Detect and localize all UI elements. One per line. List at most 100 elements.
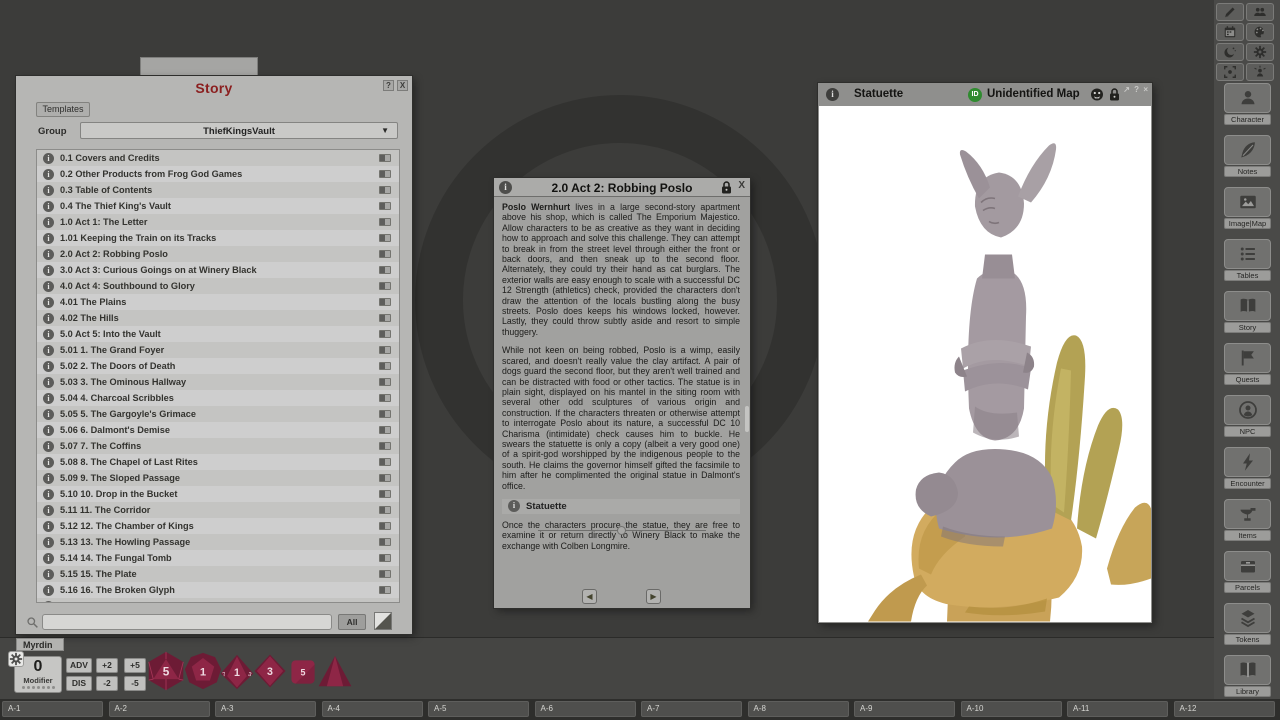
hotkey-slot-a-7[interactable]: A-7 [641, 701, 742, 717]
gear-icon[interactable] [8, 651, 24, 667]
die-d10[interactable]: 731 [218, 654, 256, 690]
panel-toggle-icon[interactable] [379, 250, 391, 258]
hotkey-slot-a-2[interactable]: A-2 [109, 701, 210, 717]
story-entry-row[interactable]: i5.08 8. The Chapel of Last Rites [37, 454, 399, 470]
prev-page-button[interactable]: ◀ [582, 589, 597, 604]
plus2-button[interactable]: +2 [96, 658, 118, 673]
group-dropdown[interactable]: ThiefKingsVault ▼ [80, 122, 398, 139]
hotkey-slot-a-8[interactable]: A-8 [748, 701, 849, 717]
story-entry-row[interactable]: i5.04 4. Charcoal Scribbles [37, 390, 399, 406]
die-d6[interactable]: 5 [287, 657, 319, 687]
templates-button[interactable]: Templates [36, 102, 90, 117]
popout-icon[interactable]: ↗ [1123, 85, 1130, 94]
sidebar-item-story[interactable]: Story [1224, 291, 1271, 333]
story-entry-row[interactable]: i5.07 7. The Coffins [37, 438, 399, 454]
story-entry-row[interactable]: i5.02 2. The Doors of Death [37, 358, 399, 374]
lighting-icon[interactable] [1216, 43, 1244, 61]
statuette-image[interactable] [819, 106, 1151, 622]
plus5-button[interactable]: +5 [124, 658, 146, 673]
hotkey-slot-a-9[interactable]: A-9 [854, 701, 955, 717]
story-entry-row[interactable]: i5.14 14. The Fungal Tomb [37, 550, 399, 566]
story-entry-row[interactable]: i4.0 Act 4: Southbound to Glory [37, 278, 399, 294]
panel-toggle-icon[interactable] [379, 186, 391, 194]
story-entry-row[interactable]: i3.0 Act 3: Curious Goings on at Winery … [37, 262, 399, 278]
scrollbar-thumb[interactable] [745, 406, 749, 432]
sidebar-item-tables[interactable]: Tables [1224, 239, 1271, 281]
panel-toggle-icon[interactable] [379, 330, 391, 338]
hotkey-slot-a-3[interactable]: A-3 [215, 701, 316, 717]
next-page-button[interactable]: ▶ [646, 589, 661, 604]
die-d20[interactable]: 5 [146, 650, 186, 692]
story-entry-row[interactable]: i5.13 13. The Howling Passage [37, 534, 399, 550]
panel-toggle-icon[interactable] [379, 458, 391, 466]
hotkey-slot-a-5[interactable]: A-5 [428, 701, 529, 717]
panel-toggle-icon[interactable] [379, 170, 391, 178]
die-d4[interactable] [317, 653, 353, 690]
sidebar-item-library[interactable]: Library [1224, 655, 1271, 697]
story-entry-row[interactable]: i5.17 17. Treasure Wagons [37, 598, 399, 603]
mask-icon[interactable] [1090, 88, 1104, 101]
party-icon[interactable] [1246, 3, 1274, 21]
search-input[interactable] [42, 614, 332, 630]
lock-icon[interactable] [721, 181, 732, 194]
sidebar-item-notes[interactable]: Notes [1224, 135, 1271, 177]
minus2-button[interactable]: -2 [96, 676, 118, 691]
panel-toggle-icon[interactable] [379, 394, 391, 402]
panel-toggle-icon[interactable] [379, 426, 391, 434]
story-entry-row[interactable]: i5.0 Act 5: Into the Vault [37, 326, 399, 342]
story-entry-row[interactable]: i5.06 6. Dalmont's Demise [37, 422, 399, 438]
close-icon[interactable]: × [1143, 85, 1148, 94]
hotkey-slot-a-6[interactable]: A-6 [535, 701, 636, 717]
close-icon[interactable]: X [738, 180, 745, 191]
palette-icon[interactable] [1246, 23, 1274, 41]
sidebar-item-tokens[interactable]: Tokens [1224, 603, 1271, 645]
pen-icon[interactable] [1216, 3, 1244, 21]
story-entry-row[interactable]: i5.12 12. The Chamber of Kings [37, 518, 399, 534]
panel-toggle-icon[interactable] [379, 154, 391, 162]
options-icon[interactable] [1246, 43, 1274, 61]
search-all-button[interactable]: All [338, 614, 366, 630]
panel-toggle-icon[interactable] [379, 554, 391, 562]
panel-toggle-icon[interactable] [379, 474, 391, 482]
lock-icon[interactable] [1109, 88, 1120, 101]
panel-toggle-icon[interactable] [379, 282, 391, 290]
panel-toggle-icon[interactable] [379, 602, 391, 603]
story-entry-row[interactable]: i5.01 1. The Grand Foyer [37, 342, 399, 358]
story-entry-row[interactable]: i1.01 Keeping the Train on its Tracks [37, 230, 399, 246]
story-entry-row[interactable]: i0.2 Other Products from Frog God Games [37, 166, 399, 182]
sidebar-item-items[interactable]: Items [1224, 499, 1271, 541]
panel-toggle-icon[interactable] [379, 410, 391, 418]
hotkey-slot-a-11[interactable]: A-11 [1067, 701, 1168, 717]
panel-toggle-icon[interactable] [379, 490, 391, 498]
calendar-icon[interactable] [1216, 23, 1244, 41]
sidebar-item-encounter[interactable]: Encounter [1224, 447, 1271, 489]
help-icon[interactable]: ? [1134, 85, 1139, 94]
sidebar-item-image-map[interactable]: Image|Map [1224, 187, 1271, 229]
story-entry-row[interactable]: i4.01 The Plains [37, 294, 399, 310]
panel-toggle-icon[interactable] [379, 234, 391, 242]
panel-toggle-icon[interactable] [379, 314, 391, 322]
story-entry-row[interactable]: i4.02 The Hills [37, 310, 399, 326]
story-entry-row[interactable]: i5.10 10. Drop in the Bucket [37, 486, 399, 502]
die-d8[interactable]: 3 [252, 652, 288, 690]
story-entry-row[interactable]: i5.11 11. The Corridor [37, 502, 399, 518]
identity-tab[interactable]: Myrdin [16, 638, 64, 651]
help-button[interactable]: ? [383, 80, 394, 91]
image-window-header[interactable]: i Statuette ID Unidentified Map ↗ ? × [818, 83, 1152, 106]
sidebar-item-quests[interactable]: Quests [1224, 343, 1271, 385]
sidebar-item-character[interactable]: Character [1224, 83, 1271, 125]
die-d12[interactable]: 1 [184, 651, 222, 691]
panel-toggle-icon[interactable] [379, 506, 391, 514]
panel-toggle-icon[interactable] [379, 266, 391, 274]
panel-toggle-icon[interactable] [379, 362, 391, 370]
panel-toggle-icon[interactable] [379, 570, 391, 578]
story-entry-row[interactable]: i0.3 Table of Contents [37, 182, 399, 198]
panel-toggle-icon[interactable] [379, 522, 391, 530]
hotkey-slot-a-10[interactable]: A-10 [961, 701, 1062, 717]
statuette-link[interactable]: i Statuette [502, 499, 740, 514]
story-entry-row[interactable]: i5.03 3. The Ominous Hallway [37, 374, 399, 390]
story-entry-row[interactable]: i5.16 16. The Broken Glyph [37, 582, 399, 598]
story-entry-row[interactable]: i1.0 Act 1: The Letter [37, 214, 399, 230]
adv-button[interactable]: ADV [66, 658, 92, 673]
panel-toggle-icon[interactable] [379, 378, 391, 386]
